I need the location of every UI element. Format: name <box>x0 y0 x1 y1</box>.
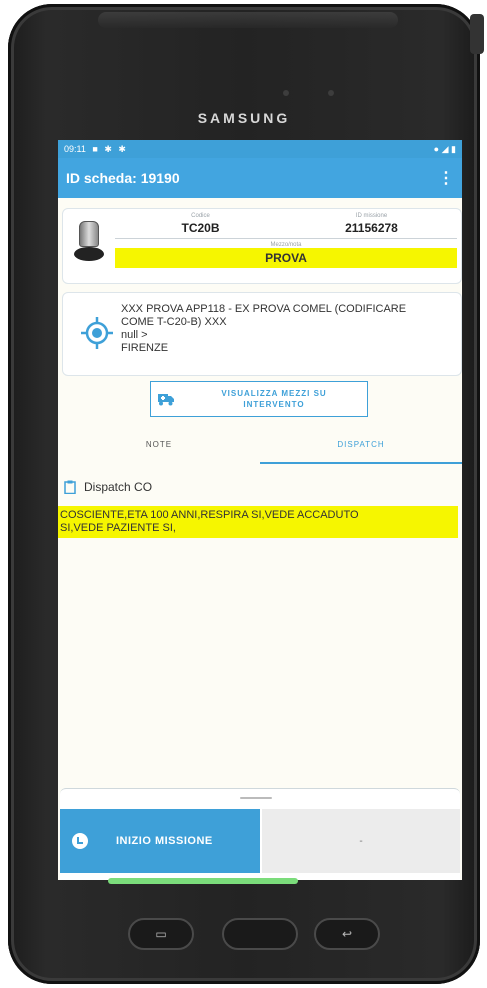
siren-icon <box>71 221 107 269</box>
dispatch-title: Dispatch CO <box>84 480 153 494</box>
page-title: ID scheda: 19190 <box>66 170 180 186</box>
location-line-3: null > <box>121 329 148 341</box>
visualizza-mezzi-button[interactable]: VISUALIZZA MEZZI SU INTERVENTO <box>150 381 368 417</box>
back-button[interactable]: ↩ <box>314 918 380 950</box>
codice-value: TC20B <box>181 221 220 235</box>
sensor-dot <box>283 90 289 96</box>
status-panel-value: - <box>359 835 363 847</box>
inizio-missione-label: INIZIO MISSIONE <box>116 835 213 847</box>
home-button[interactable] <box>222 918 298 950</box>
progress-indicator <box>108 878 298 884</box>
dispatch-text-line-1: COSCIENTE,ETA 100 ANNI,RESPIRA SI,VEDE A… <box>60 509 359 521</box>
status-time: 09:11 <box>64 143 86 154</box>
location-icon: ● <box>433 143 440 154</box>
mezzo-value: PROVA <box>115 248 457 268</box>
brand-logo: SAMSUNG <box>197 110 291 126</box>
tablet-rim <box>98 12 398 28</box>
location-line-4: FIRENZE <box>121 342 169 354</box>
location-line-1: XXX PROVA APP118 - EX PROVA COMEL (CODIF… <box>121 303 407 315</box>
app-bar: ID scheda: 19190 ⋮ <box>58 158 462 198</box>
missione-label: ID missione <box>355 213 388 219</box>
codice-label: Codice <box>191 213 210 219</box>
location-card: XXX PROVA APP118 - EX PROVA COMEL (CODIF… <box>62 292 462 376</box>
mezzi-button-line-2: INTERVENTO <box>243 400 305 409</box>
bottom-sheet: INIZIO MISSIONE - <box>60 788 460 880</box>
recent-apps-button[interactable]: ▭ <box>128 918 194 950</box>
vehicle-card: Codice TC20B ID missione 21156278 Mezzo/… <box>62 208 462 284</box>
gps-target-icon <box>81 317 113 349</box>
inizio-missione-button[interactable]: INIZIO MISSIONE <box>60 809 260 873</box>
recent-apps-icon: ▭ <box>155 927 167 941</box>
bug-icon: ✱ <box>104 143 112 154</box>
dispatch-text-line-2: SI,VEDE PAZIENTE SI, <box>60 522 176 534</box>
bug-icon: ✱ <box>118 143 126 154</box>
dispatch-header: Dispatch CO <box>64 480 152 494</box>
more-vert-icon[interactable]: ⋮ <box>438 168 454 188</box>
tab-bar: NOTE DISPATCH <box>58 430 462 464</box>
location-line-2: COME T-C20-B) XXX <box>121 316 227 328</box>
tab-dispatch[interactable]: DISPATCH <box>260 430 462 464</box>
missione-value: 21156278 <box>345 221 398 235</box>
app-screen: 09:11 ■ ✱ ✱ ● ◢ ▮ ID scheda: 19190 ⋮ Cod… <box>58 140 462 880</box>
sheet-drag-handle[interactable] <box>240 797 272 799</box>
dispatch-text: COSCIENTE,ETA 100 ANNI,RESPIRA SI,VEDE A… <box>58 506 458 538</box>
notification-icon: ■ <box>92 143 98 154</box>
camera-icon <box>328 90 334 96</box>
battery-icon: ▮ <box>451 143 456 154</box>
wifi-icon: ◢ <box>441 143 449 154</box>
status-bar: 09:11 ■ ✱ ✱ ● ◢ ▮ <box>58 140 462 158</box>
status-panel: - <box>262 809 460 873</box>
clipboard-icon <box>64 480 76 494</box>
clock-icon <box>72 833 88 849</box>
power-button[interactable] <box>470 14 484 54</box>
back-icon: ↩ <box>341 927 353 941</box>
divider <box>115 238 457 239</box>
ambulance-icon <box>151 392 181 406</box>
mezzi-button-line-1: VISUALIZZA MEZZI SU <box>221 389 327 398</box>
tab-note[interactable]: NOTE <box>58 430 260 464</box>
